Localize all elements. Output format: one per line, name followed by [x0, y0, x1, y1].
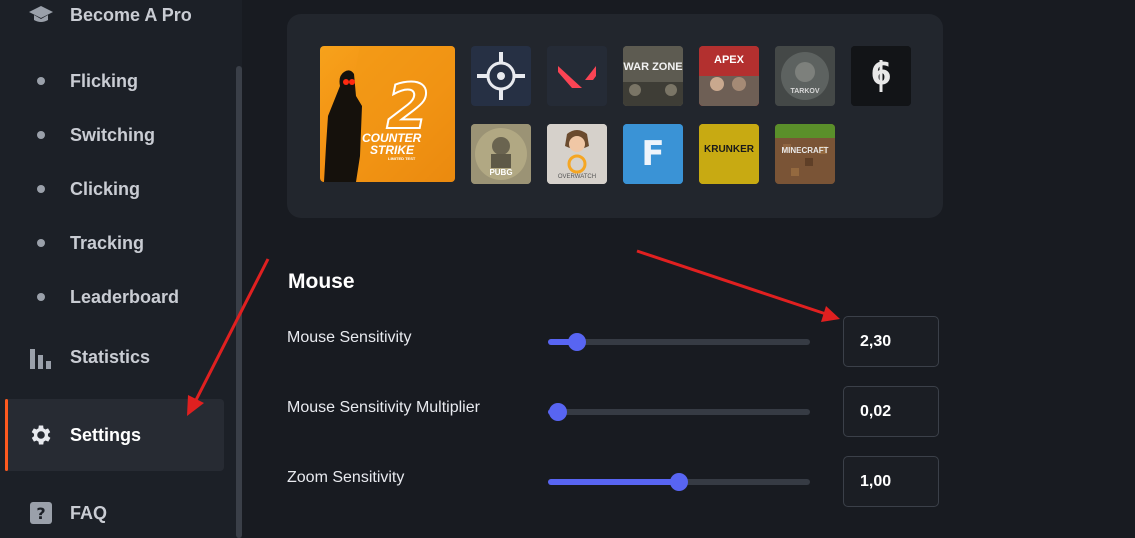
- sidebar-item-switching[interactable]: Switching: [0, 111, 236, 159]
- graduation-cap-icon: [28, 2, 54, 28]
- game-tile-krunker[interactable]: KRUNKER: [699, 124, 759, 184]
- rainbow-six-label: 6: [870, 57, 892, 92]
- zoom-sensitivity-slider[interactable]: [548, 473, 810, 491]
- mouse-sensitivity-multiplier-input[interactable]: [844, 387, 938, 436]
- mouse-sensitivity-slider[interactable]: [548, 333, 810, 351]
- sidebar-item-clicking[interactable]: Clicking: [0, 165, 236, 213]
- zoom-sensitivity-input[interactable]: [844, 457, 938, 506]
- mouse-sensitivity-label: Mouse Sensitivity: [287, 329, 412, 346]
- sidebar-item-label: Become A Pro: [70, 4, 192, 25]
- fortnite-label: F: [641, 134, 665, 174]
- sidebar-item-label: Switching: [70, 124, 155, 145]
- sidebar-item-settings[interactable]: Settings: [5, 399, 224, 471]
- zoom-sensitivity-value-box[interactable]: [843, 456, 939, 507]
- bullet-icon: [37, 239, 45, 247]
- pubg-label: PUBG: [489, 168, 513, 177]
- mouse-section-title: Mouse: [288, 270, 355, 293]
- tarkov-label: TARKOV: [790, 88, 820, 95]
- game-tile-overwatch[interactable]: OVERWATCH: [547, 124, 607, 184]
- minecraft-label: MINECRAFT: [781, 146, 829, 155]
- mouse-sensitivity-value-box[interactable]: [843, 316, 939, 367]
- cs2-title-line2: STRIKE: [370, 143, 415, 157]
- mouse-sensitivity-multiplier-value-box[interactable]: [843, 386, 939, 437]
- game-tile-tarkov[interactable]: TARKOV: [775, 46, 835, 106]
- zoom-sensitivity-label: Zoom Sensitivity: [287, 469, 405, 486]
- game-tile-pubg[interactable]: PUBG: [471, 124, 531, 184]
- game-tile-aim-target[interactable]: [471, 46, 531, 106]
- crosshair-icon: [471, 46, 531, 106]
- mouse-sensitivity-multiplier-label: Mouse Sensitivity Multiplier: [287, 399, 480, 416]
- arrow-to-sensitivity-value: [636, 249, 840, 322]
- sidebar-item-label: FAQ: [70, 502, 108, 523]
- sidebar-item-label: Statistics: [70, 346, 151, 367]
- sidebar-item-label: Flicking: [70, 70, 139, 91]
- bullet-icon: [37, 77, 45, 85]
- sidebar-item-label: Settings: [70, 424, 142, 445]
- mouse-sensitivity-multiplier-slider[interactable]: [548, 403, 810, 421]
- bullet-icon: [37, 293, 45, 301]
- game-tile-apex-legends[interactable]: APEX: [699, 46, 759, 106]
- bullet-icon: [37, 185, 45, 193]
- sidebar-item-tracking[interactable]: Tracking: [0, 219, 236, 267]
- krunker-label: KRUNKER: [704, 144, 754, 155]
- sidebar-item-become-a-pro[interactable]: Become A Pro: [0, 0, 236, 39]
- game-tile-counter-strike-2[interactable]: 2 COUNTER STRIKE LIMITED TEST: [320, 46, 455, 182]
- sidebar-item-statistics[interactable]: Statistics: [0, 333, 236, 381]
- game-tile-minecraft[interactable]: MINECRAFT: [775, 124, 835, 184]
- gear-icon: [28, 422, 54, 448]
- sidebar-item-flicking[interactable]: Flicking: [0, 57, 236, 105]
- slider-fill: [548, 479, 679, 485]
- sidebar-item-label: Leaderboard: [70, 286, 180, 307]
- sidebar-item-label: Clicking: [70, 178, 141, 199]
- bar-chart-icon: [28, 344, 54, 370]
- question-icon: ?: [28, 500, 54, 526]
- sidebar-item-label: Tracking: [70, 232, 145, 253]
- overwatch-label: OVERWATCH: [557, 174, 597, 180]
- slider-thumb[interactable]: [670, 473, 688, 491]
- warzone-label: WAR ZONE: [623, 61, 683, 73]
- game-tile-rainbow-six[interactable]: 6: [851, 46, 911, 106]
- game-tile-valorant[interactable]: [547, 46, 607, 106]
- sidebar: Become A Pro Flicking Switching Clicking…: [0, 0, 236, 538]
- apex-label: APEX: [714, 54, 744, 66]
- bullet-icon: [37, 131, 45, 139]
- warzone-art-icon: [623, 46, 683, 106]
- slider-thumb[interactable]: [549, 403, 567, 421]
- sidebar-scrollbar[interactable]: [236, 66, 242, 538]
- game-tile-fortnite[interactable]: F: [623, 124, 683, 184]
- valorant-logo-icon: [547, 46, 607, 106]
- sidebar-item-leaderboard[interactable]: Leaderboard: [0, 273, 236, 321]
- tarkov-art-icon: [775, 46, 835, 106]
- mouse-sensitivity-input[interactable]: [844, 317, 938, 366]
- game-tile-warzone[interactable]: WAR ZONE: [623, 46, 683, 106]
- sidebar-item-faq[interactable]: ? FAQ: [0, 489, 236, 537]
- svg-text:?: ?: [36, 504, 45, 523]
- slider-thumb[interactable]: [568, 333, 586, 351]
